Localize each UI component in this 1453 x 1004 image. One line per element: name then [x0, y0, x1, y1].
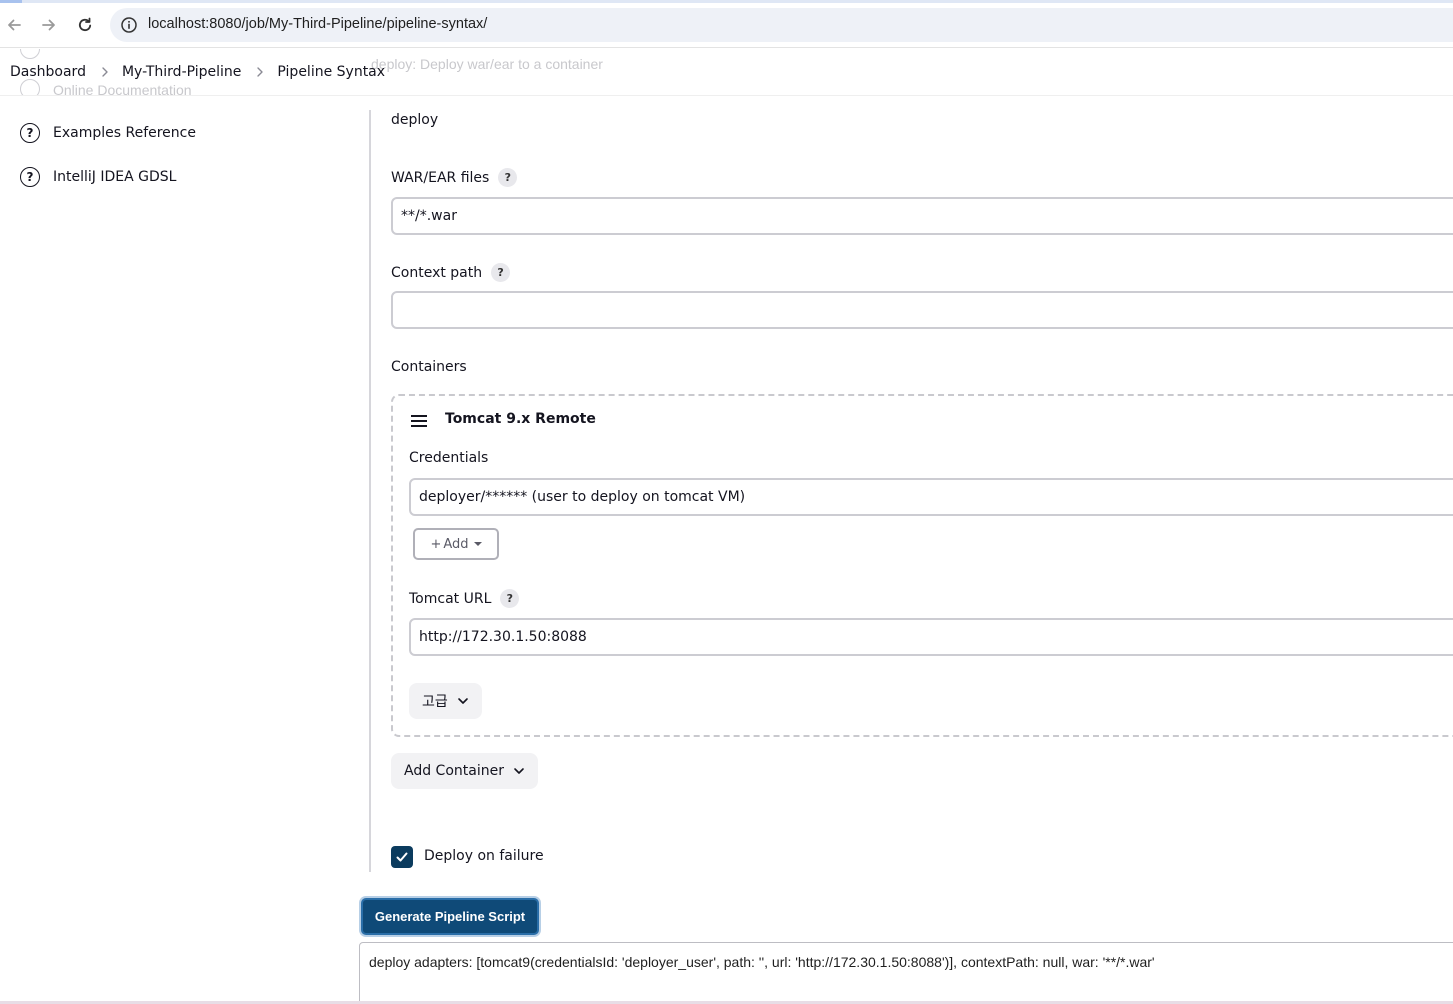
caret-down-icon: [473, 542, 482, 546]
credentials-label: Credentials: [409, 450, 489, 466]
add-container-label: Add Container: [404, 763, 504, 779]
context-path-label: Context path ?: [391, 263, 511, 282]
forward-arrow-icon[interactable]: [37, 13, 61, 37]
tomcat-url-label: Tomcat URL ?: [409, 589, 520, 608]
site-info-icon[interactable]: [120, 16, 138, 34]
container-title: Tomcat 9.x Remote: [445, 411, 596, 427]
add-credentials-label: Add: [443, 536, 469, 552]
url-text[interactable]: localhost:8080/job/My-Third-Pipeline/pip…: [148, 16, 487, 32]
drag-handle-icon[interactable]: [411, 415, 427, 427]
generated-script-output[interactable]: deploy adapters: [tomcat9(credentialsId:…: [359, 942, 1453, 1004]
step-name: deploy: [391, 112, 439, 128]
containers-label: Containers: [391, 359, 467, 375]
credentials-select[interactable]: deployer/****** (user to deploy on tomca…: [409, 478, 1453, 516]
checkmark-icon: [396, 852, 408, 862]
back-arrow-icon[interactable]: [2, 13, 26, 37]
chevron-down-icon: [514, 768, 524, 774]
tomcat-url-input[interactable]: http://172.30.1.50:8088: [409, 618, 1453, 656]
ghost-step-header: deploy: Deploy war/ear to a container: [371, 56, 603, 72]
context-path-input[interactable]: [391, 291, 1453, 329]
breadcrumb-pipeline-syntax[interactable]: Pipeline Syntax: [277, 64, 385, 80]
chevron-down-icon: [457, 698, 468, 704]
context-path-label-text: Context path: [391, 264, 483, 281]
war-files-label-text: WAR/EAR files: [391, 169, 490, 186]
help-circle-icon: ?: [20, 167, 40, 187]
deploy-on-failure-label[interactable]: Deploy on failure: [424, 848, 544, 864]
advanced-label: 고급: [422, 694, 448, 710]
section-divider: [369, 110, 371, 872]
chevron-right-icon: [257, 67, 264, 77]
ghost-circle-icon: [20, 49, 40, 59]
sidebar-item-label: IntelliJ IDEA GDSL: [53, 169, 177, 185]
address-bar[interactable]: localhost:8080/job/My-Third-Pipeline/pip…: [110, 8, 1453, 42]
breadcrumb: Dashboard My-Third-Pipeline Pipeline Syn…: [10, 64, 385, 80]
tomcat-url-label-text: Tomcat URL: [409, 590, 492, 607]
breadcrumb-bar: deploy: Deploy war/ear to a container On…: [0, 49, 1453, 96]
add-container-button[interactable]: Add Container: [391, 753, 538, 789]
sidebar-item-examples-reference[interactable]: ? Examples Reference: [20, 123, 196, 143]
advanced-button[interactable]: 고급: [409, 683, 482, 719]
generate-pipeline-script-button[interactable]: Generate Pipeline Script: [361, 898, 539, 935]
reload-icon[interactable]: [73, 13, 97, 37]
chevron-right-icon: [102, 67, 108, 77]
help-circle-icon: ?: [20, 123, 40, 143]
ghost-online-docs: Online Documentation: [53, 82, 192, 96]
sidebar-item-label: Examples Reference: [53, 125, 196, 141]
add-credentials-button[interactable]: + Add: [413, 528, 499, 560]
breadcrumb-job[interactable]: My-Third-Pipeline: [122, 64, 241, 80]
help-icon[interactable]: ?: [491, 263, 511, 282]
browser-toolbar: localhost:8080/job/My-Third-Pipeline/pip…: [0, 3, 1453, 48]
deploy-on-failure-checkbox[interactable]: [391, 846, 413, 868]
ghost-circle-icon: [20, 79, 40, 95]
help-icon[interactable]: ?: [500, 589, 520, 608]
plus-icon: +: [430, 536, 442, 552]
sidebar-item-intellij-gdsl[interactable]: ? IntelliJ IDEA GDSL: [20, 167, 176, 187]
help-icon[interactable]: ?: [498, 168, 518, 187]
breadcrumb-dashboard[interactable]: Dashboard: [10, 64, 86, 80]
war-files-input[interactable]: **/*.war: [391, 197, 1453, 235]
container-panel: [391, 394, 1453, 737]
war-files-label: WAR/EAR files ?: [391, 168, 518, 187]
